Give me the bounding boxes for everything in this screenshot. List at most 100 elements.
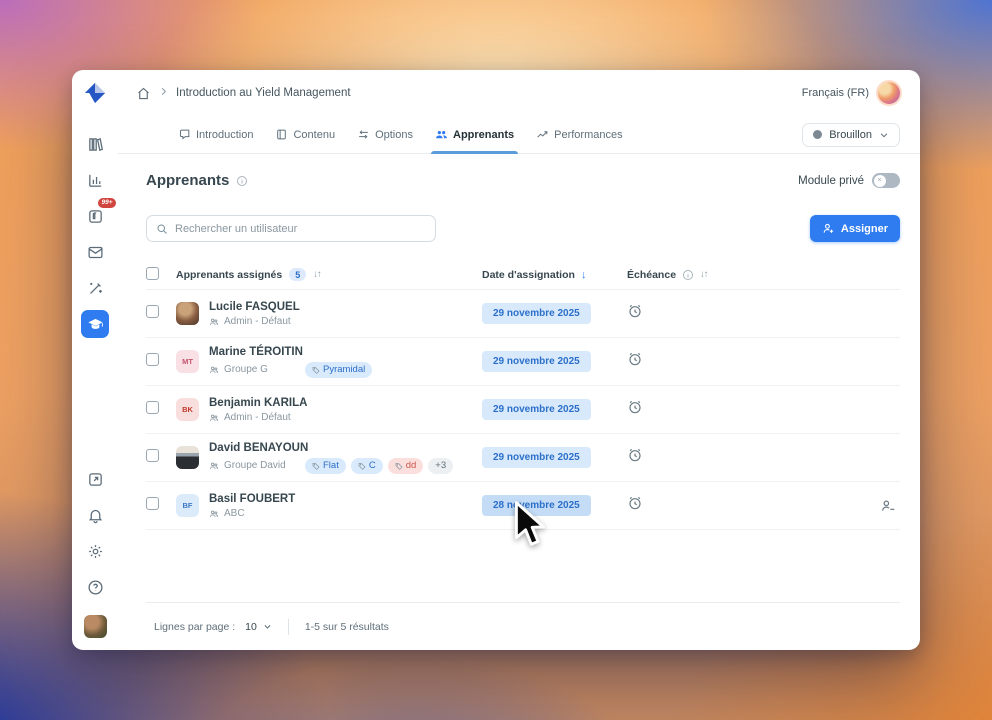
sort-date-desc-icon[interactable]: ↓ xyxy=(581,269,586,281)
results-count: 1-5 sur 5 résultats xyxy=(304,620,389,633)
tag-icon xyxy=(312,462,320,470)
user-group: Admin - Défaut xyxy=(224,412,291,424)
tag[interactable]: Pyramidal xyxy=(305,361,373,378)
assignment-date-chip[interactable]: 29 novembre 2025 xyxy=(482,303,591,324)
rows-per-page-label: Lignes par page : xyxy=(154,620,236,633)
due-info-icon[interactable] xyxy=(682,269,694,281)
profile-avatar[interactable] xyxy=(878,82,900,104)
avatar: BK xyxy=(176,398,199,421)
tag-label: dd xyxy=(405,460,417,472)
alarm-icon[interactable] xyxy=(627,447,643,463)
page-title: Apprenants xyxy=(146,172,230,189)
mail-icon xyxy=(87,246,103,258)
user-name: Marine TÉROITIN xyxy=(209,346,303,359)
search-input[interactable] xyxy=(175,222,426,235)
sidebar-item-stats[interactable] xyxy=(81,166,109,194)
language-label[interactable]: Français (FR) xyxy=(802,87,869,99)
table-header-row: Apprenants assignés 5 ↓↑ Date d'assignat… xyxy=(146,260,900,290)
tag[interactable]: C xyxy=(350,457,383,474)
col-learners-label: Apprenants assignés xyxy=(176,268,283,281)
status-dropdown[interactable]: Brouillon xyxy=(802,122,900,147)
info-icon[interactable] xyxy=(236,175,248,187)
tab-label: Introduction xyxy=(196,128,254,141)
tag-icon xyxy=(312,366,320,374)
tab-bar: Introduction Contenu Options Apprenants … xyxy=(118,116,920,154)
assign-button[interactable]: Assigner xyxy=(809,215,900,242)
alarm-icon[interactable] xyxy=(627,495,643,511)
tab-introduction[interactable]: Introduction xyxy=(178,116,253,153)
chevron-down-icon xyxy=(880,132,888,137)
sidebar-item-help[interactable] xyxy=(81,573,109,601)
group-icon xyxy=(210,510,219,517)
tab-label: Apprenants xyxy=(453,128,515,141)
user-name: Lucile FASQUEL xyxy=(209,300,300,313)
group-icon xyxy=(210,366,219,373)
avatar: BF xyxy=(176,494,199,517)
user-name: Basil FOUBERT xyxy=(209,492,296,505)
select-all-checkbox[interactable] xyxy=(146,266,159,280)
row-checkbox[interactable] xyxy=(146,496,159,510)
tag[interactable]: dd xyxy=(387,457,424,474)
assignment-date-chip[interactable]: 29 novembre 2025 xyxy=(482,351,591,372)
tab-performances[interactable]: Performances xyxy=(536,116,623,153)
row-checkbox[interactable] xyxy=(146,448,159,462)
learners-count-badge: 5 xyxy=(289,268,307,281)
library-icon xyxy=(88,137,103,151)
arrows-swap-icon xyxy=(359,130,368,139)
learners-table: Apprenants assignés 5 ↓↑ Date d'assignat… xyxy=(146,260,900,530)
tag-overflow[interactable]: +3 xyxy=(428,457,454,474)
alarm-icon[interactable] xyxy=(627,351,643,367)
sidebar-item-magic[interactable] xyxy=(81,274,109,302)
tag-label: Flat xyxy=(323,460,339,472)
assignment-date-chip[interactable]: 29 novembre 2025 xyxy=(482,447,591,468)
sidebar-item-mail[interactable] xyxy=(81,238,109,266)
avatar xyxy=(176,302,199,325)
search-box xyxy=(146,215,436,242)
sort-due-icon[interactable]: ↓↑ xyxy=(700,269,708,280)
forum-icon xyxy=(88,209,102,223)
alarm-icon[interactable] xyxy=(627,303,643,319)
external-link-icon xyxy=(88,472,102,486)
tag-icon xyxy=(358,462,366,470)
rows-per-page-select[interactable]: 10 xyxy=(245,621,272,633)
sidebar-item-external[interactable] xyxy=(81,465,109,493)
module-prive-toggle[interactable]: × xyxy=(872,173,900,188)
table-row[interactable]: MT Marine TÉROITIN Groupe G Pyramidal 29… xyxy=(146,338,900,386)
person-plus-icon xyxy=(823,223,834,233)
chevron-down-icon xyxy=(264,625,271,629)
tab-options[interactable]: Options xyxy=(357,116,413,153)
home-icon[interactable] xyxy=(136,86,151,101)
app-logo-icon[interactable] xyxy=(82,80,108,106)
tab-label: Options xyxy=(375,128,413,141)
rows-per-page-value: 10 xyxy=(245,620,257,633)
table-row[interactable]: David BENAYOUN Groupe David Flat C dd +3… xyxy=(146,434,900,482)
assignment-date-chip[interactable]: 28 novembre 2025 xyxy=(482,495,591,516)
status-label: Brouillon xyxy=(829,128,872,141)
sidebar-item-library[interactable] xyxy=(81,130,109,158)
avatar xyxy=(176,446,199,469)
table-row[interactable]: Lucile FASQUEL Admin - Défaut 29 novembr… xyxy=(146,290,900,338)
tab-apprenants[interactable]: Apprenants xyxy=(430,116,519,154)
col-due-label: Échéance xyxy=(627,268,677,281)
table-row[interactable]: BF Basil FOUBERT ABC 28 novembre 2025 xyxy=(146,482,900,530)
tab-contenu[interactable]: Contenu xyxy=(275,116,335,153)
user-avatar[interactable] xyxy=(83,615,107,638)
gear-icon xyxy=(88,544,102,558)
row-checkbox[interactable] xyxy=(146,304,159,318)
table-row[interactable]: BK Benjamin KARILA Admin - Défaut 29 nov… xyxy=(146,386,900,434)
person-minus-icon[interactable] xyxy=(880,498,896,514)
tag-icon xyxy=(395,462,403,470)
sort-learners-icon[interactable]: ↓↑ xyxy=(313,269,321,280)
assignment-date-chip[interactable]: 29 novembre 2025 xyxy=(482,399,591,420)
tab-label: Contenu xyxy=(293,128,336,141)
sidebar-item-notifications[interactable] xyxy=(81,501,109,529)
content: Apprenants Module privé × Assigner xyxy=(118,154,920,650)
row-checkbox[interactable] xyxy=(146,352,159,366)
sidebar-item-courses[interactable] xyxy=(81,310,109,338)
tag[interactable]: Flat xyxy=(305,457,346,474)
main-area: Introduction au Yield Management Françai… xyxy=(118,70,920,650)
sidebar-item-forum[interactable]: 99+ xyxy=(81,198,116,230)
alarm-icon[interactable] xyxy=(627,399,643,415)
row-checkbox[interactable] xyxy=(146,400,159,414)
sidebar-item-settings[interactable] xyxy=(81,537,109,565)
